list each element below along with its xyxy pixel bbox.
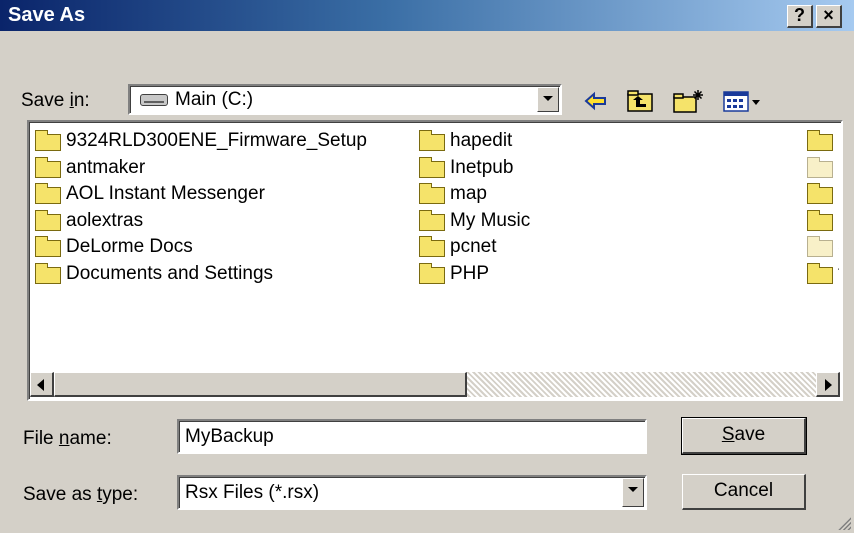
view-menu-icon[interactable] (722, 88, 762, 114)
close-button[interactable]: × (816, 5, 842, 28)
folder-icon (419, 156, 445, 178)
window-title: Save As (8, 4, 86, 26)
cancel-button[interactable]: Cancel (682, 474, 806, 510)
save-type-value: Rsx Files (*.rsx) (185, 482, 320, 503)
folder-icon (807, 262, 833, 284)
folder-name: Inetpub (450, 156, 514, 178)
folder-name: F (838, 155, 839, 181)
folder-item[interactable]: F (807, 128, 839, 154)
folder-name: hapedit (450, 130, 513, 151)
folder-item[interactable]: F (807, 208, 839, 234)
folder-icon (807, 130, 833, 151)
file-name-label: File name: (23, 428, 112, 449)
folder-icon (35, 262, 61, 284)
file-name-value: MyBackup (185, 426, 274, 447)
horizontal-scrollbar[interactable] (30, 372, 840, 397)
folder-name: 9324RLD300ENE_Firmware_Setup (66, 130, 367, 151)
folder-name: pcnet (450, 236, 497, 257)
folder-name: F (838, 181, 839, 207)
scroll-left-button[interactable] (30, 372, 54, 397)
resize-grip-icon[interactable] (835, 514, 851, 530)
folder-icon (807, 156, 833, 178)
folder-icon (35, 183, 61, 204)
folder-name: S (838, 234, 839, 260)
folder-item[interactable]: F (807, 181, 839, 207)
file-name-input[interactable]: MyBackup (177, 419, 647, 454)
folder-icon (35, 130, 61, 151)
folder-item[interactable]: S (807, 234, 839, 260)
folder-name: DeLorme Docs (66, 236, 193, 257)
scrollbar-thumb[interactable] (54, 372, 467, 397)
folder-name: map (450, 183, 487, 204)
folder-icon (419, 130, 445, 151)
folder-icon (807, 236, 833, 257)
save-in-value: Main (C:) (175, 89, 254, 110)
folder-name: aolextras (66, 209, 144, 231)
up-folder-icon[interactable] (626, 88, 654, 114)
folder-icon (35, 209, 61, 231)
chevron-down-icon[interactable] (537, 87, 559, 112)
folder-icon (35, 156, 61, 178)
folder-icon (807, 183, 833, 204)
folder-icon (419, 183, 445, 204)
folder-name: F (838, 208, 839, 234)
folder-name: t (838, 261, 839, 287)
title-bar: Save As ? × (0, 0, 854, 32)
save-in-label: Save in: (21, 90, 90, 111)
folder-name: antmaker (66, 156, 146, 178)
scroll-right-button[interactable] (816, 372, 840, 397)
folder-icon (419, 262, 445, 284)
folder-name: My Music (450, 209, 531, 231)
new-folder-icon[interactable] (672, 88, 706, 114)
hard-drive-icon (140, 94, 168, 106)
save-type-label: Save as type: (23, 484, 139, 505)
folder-icon (419, 236, 445, 257)
save-in-dropdown[interactable]: Main (C:) (128, 84, 562, 115)
folder-icon (35, 236, 61, 257)
back-arrow-icon[interactable] (583, 88, 609, 114)
save-type-dropdown[interactable]: Rsx Files (*.rsx) (177, 475, 647, 510)
folder-icon (419, 209, 445, 231)
folder-item[interactable]: t (807, 261, 839, 287)
chevron-down-icon[interactable] (622, 478, 644, 507)
folder-name: Documents and Settings (66, 262, 274, 284)
folder-name: AOL Instant Messenger (66, 183, 265, 204)
folder-name: F (838, 128, 839, 154)
folder-icon (807, 209, 833, 231)
folder-item[interactable]: F (807, 155, 839, 181)
folder-name: PHP (450, 262, 490, 284)
help-button[interactable]: ? (787, 5, 813, 28)
save-button[interactable]: Save (681, 417, 807, 455)
